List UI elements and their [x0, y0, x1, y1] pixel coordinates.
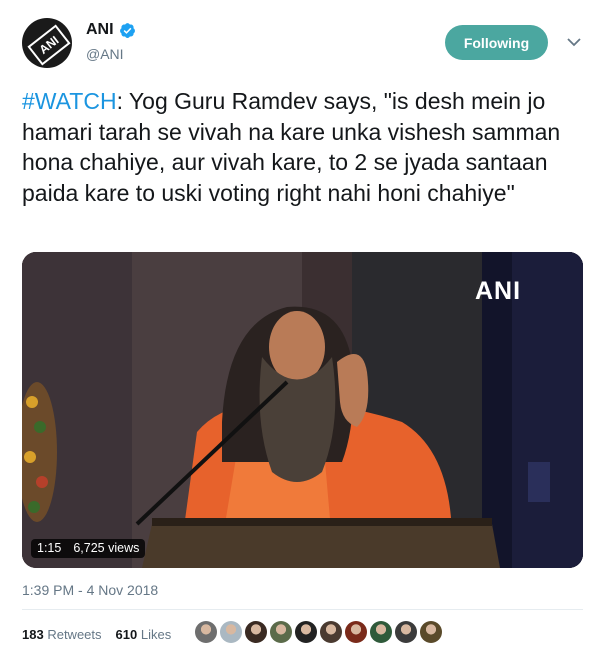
- hashtag-link[interactable]: #WATCH: [22, 88, 117, 114]
- likes-stat[interactable]: 610 Likes: [116, 627, 172, 642]
- account-name[interactable]: ANI: [86, 21, 114, 39]
- liker-avatar-1[interactable]: [195, 621, 217, 643]
- ani-watermark: ANI: [475, 277, 522, 305]
- likes-label: Likes: [140, 627, 172, 642]
- retweets-count: 183: [22, 627, 44, 642]
- retweets-stat[interactable]: 183 Retweets: [22, 627, 102, 642]
- retweets-label: Retweets: [47, 627, 102, 642]
- video-player[interactable]: ANI 1:15 6,725 views: [22, 252, 583, 568]
- video-duration: 1:15: [37, 541, 62, 555]
- liker-avatar-4[interactable]: [270, 621, 292, 643]
- video-views: 6,725 views: [73, 541, 140, 555]
- account-avatar[interactable]: ANI: [22, 18, 72, 68]
- divider: [22, 609, 583, 610]
- liker-avatar-2[interactable]: [220, 621, 242, 643]
- tweet-stats: 183 Retweets 610 Likes: [22, 627, 171, 642]
- following-button[interactable]: Following: [445, 25, 548, 60]
- liker-avatar-6[interactable]: [320, 621, 342, 643]
- liker-avatar-10[interactable]: [420, 621, 442, 643]
- liker-avatar-3[interactable]: [245, 621, 267, 643]
- liker-avatar-7[interactable]: [345, 621, 367, 643]
- chevron-down-icon[interactable]: [567, 37, 581, 47]
- liker-avatar-9[interactable]: [395, 621, 417, 643]
- likes-count: 610: [115, 627, 138, 642]
- liker-avatar-5[interactable]: [295, 621, 317, 643]
- tweet-timestamp[interactable]: 1:39 PM - 4 Nov 2018: [22, 582, 158, 598]
- tweet-text: #WATCH: Yog Guru Ramdev says, "is desh m…: [22, 86, 597, 208]
- video-duration-badge: 1:15 6,725 views: [31, 539, 146, 558]
- verified-badge-icon: [120, 23, 135, 38]
- liker-avatars: [195, 621, 442, 643]
- account-handle[interactable]: @ANI: [86, 46, 124, 62]
- liker-avatar-8[interactable]: [370, 621, 392, 643]
- ani-logo: ANI: [27, 24, 71, 66]
